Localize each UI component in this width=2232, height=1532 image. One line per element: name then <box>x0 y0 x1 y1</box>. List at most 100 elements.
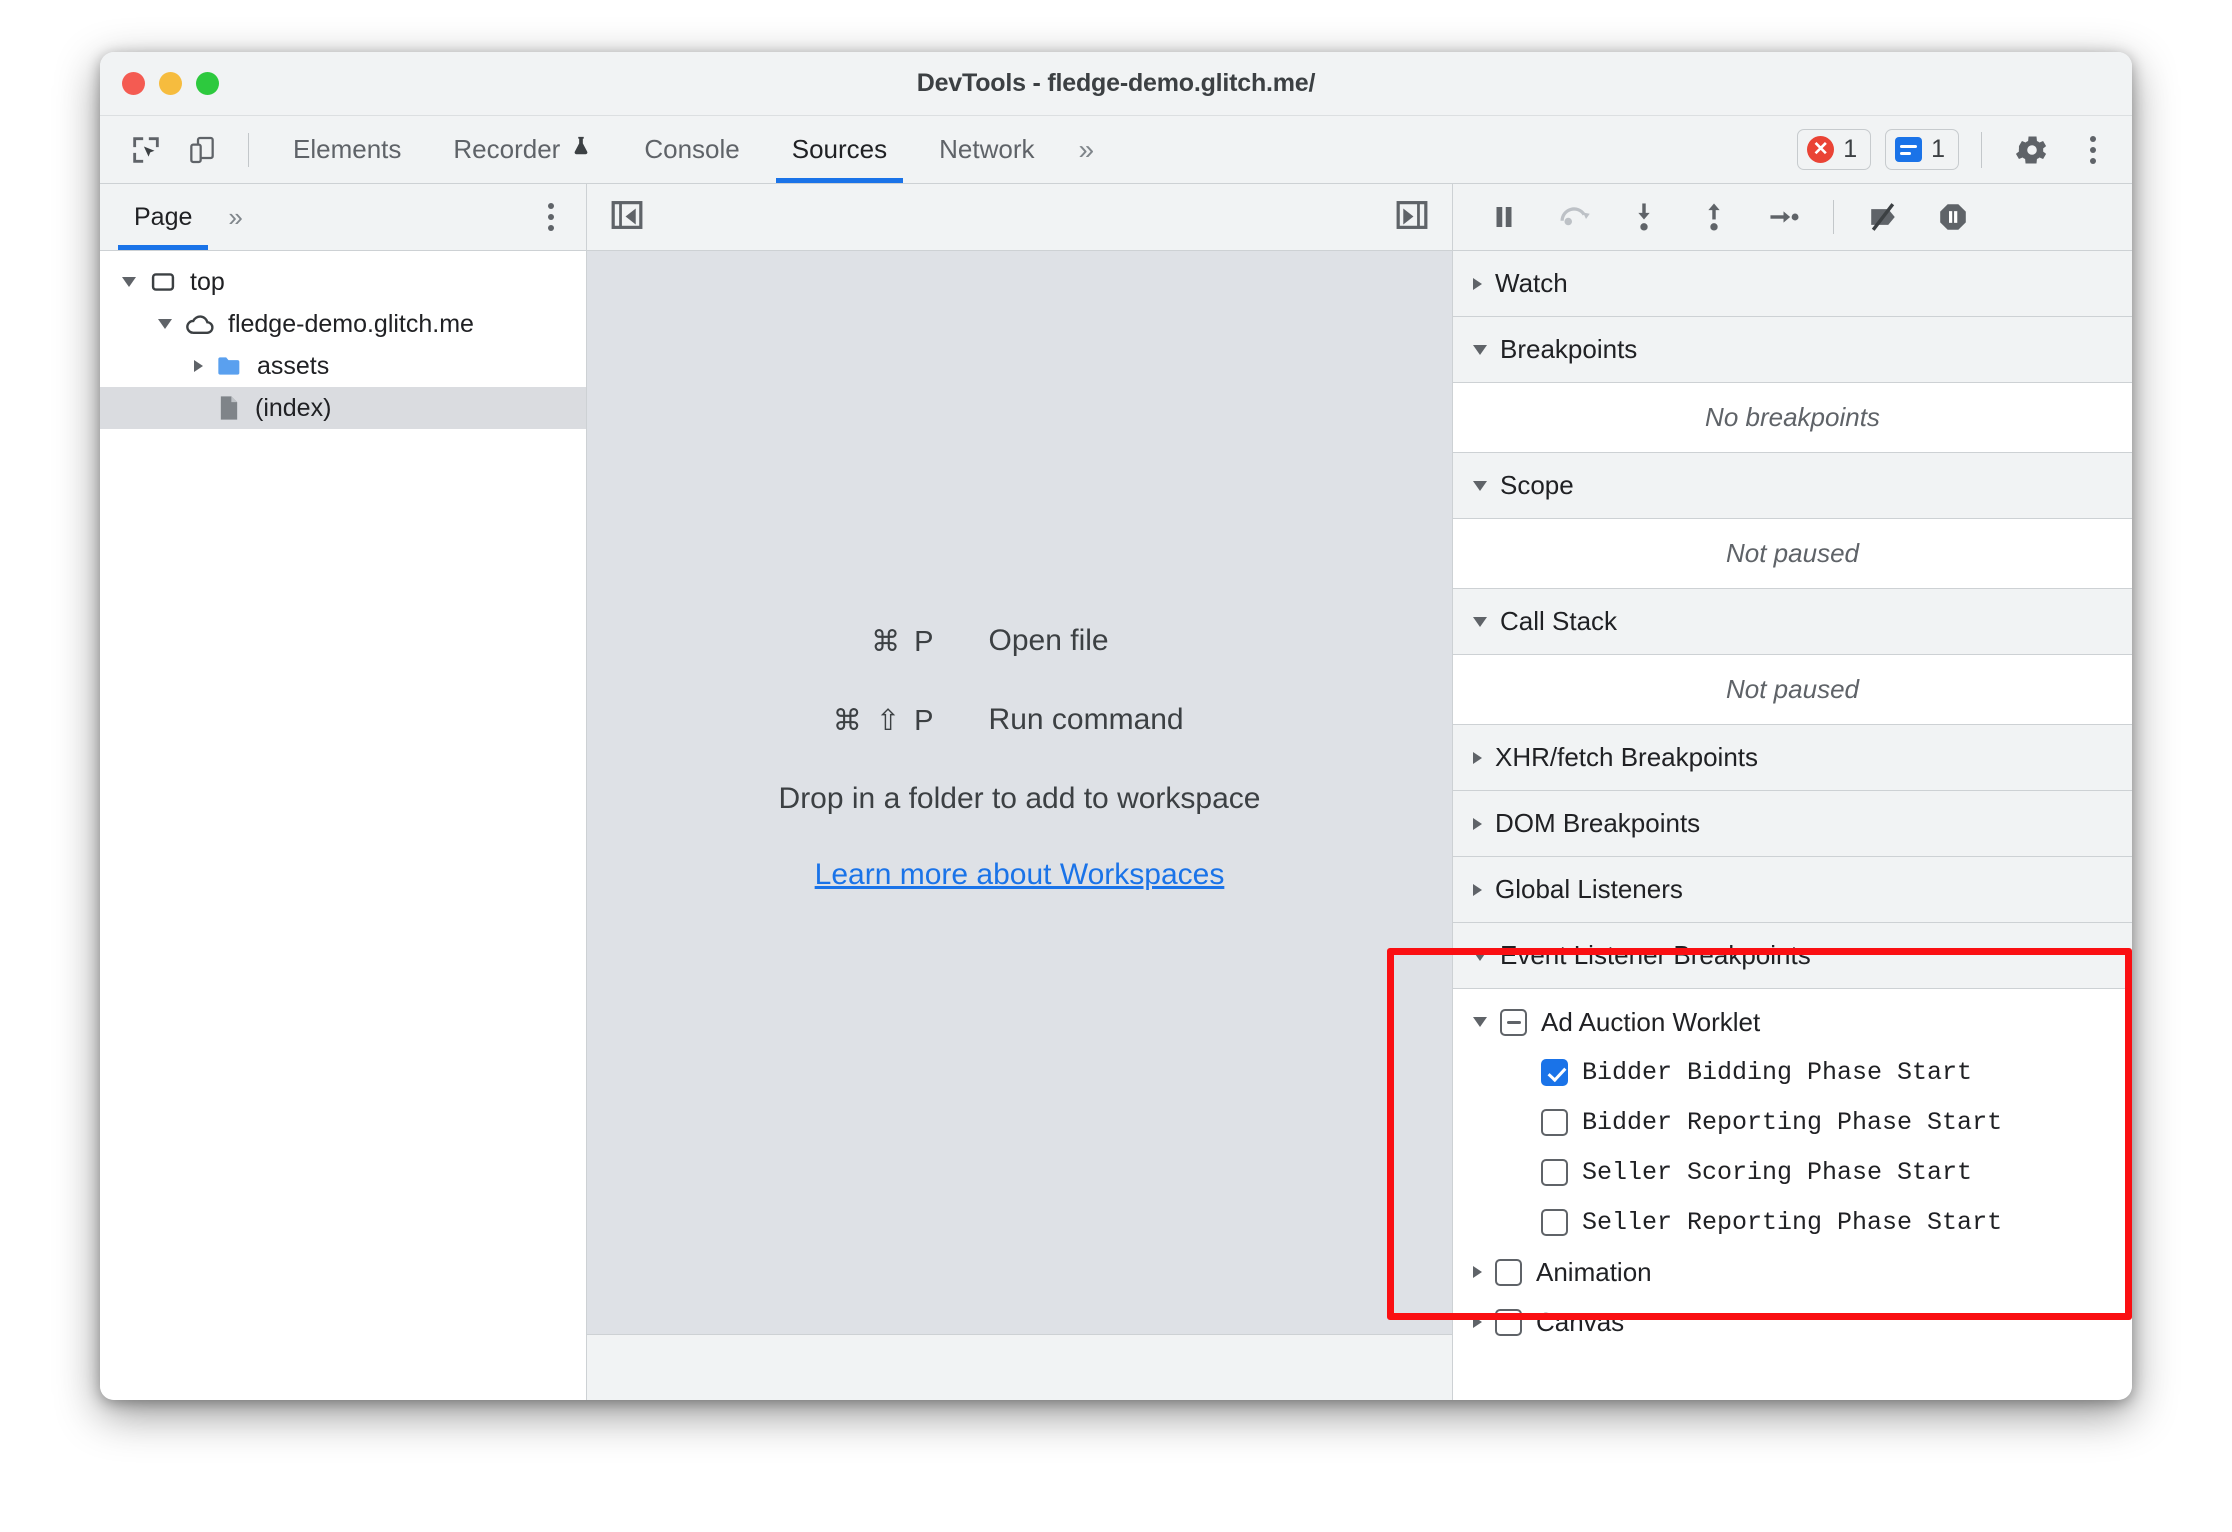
tab-console[interactable]: Console <box>618 116 765 183</box>
debugger-divider <box>1833 200 1834 234</box>
tab-elements-label: Elements <box>293 134 402 164</box>
editor-pane: ⌘ P Open file ⌘ ⇧ P Run command Drop in … <box>587 184 1452 1400</box>
folder-icon <box>216 354 244 378</box>
elb-item-checkbox[interactable] <box>1541 1108 1568 1136</box>
chevron-right-icon[interactable] <box>1473 751 1482 764</box>
more-tabs-icon[interactable]: » <box>1060 134 1112 166</box>
tree-item-index[interactable]: (index) <box>100 387 586 429</box>
elb-group-animation[interactable]: Animation <box>1453 1247 2132 1297</box>
chevron-down-icon[interactable] <box>122 277 136 287</box>
elb-group-checkbox[interactable] <box>1500 1008 1527 1036</box>
editor-header <box>587 184 1452 251</box>
error-count-label: 1 <box>1843 135 1858 163</box>
event-listener-breakpoints-tree: Ad Auction Worklet Bidder Bidding Phase … <box>1453 989 2132 1347</box>
elb-group-label: Canvas <box>1536 1306 1625 1337</box>
chevron-down-icon[interactable] <box>1473 344 1487 355</box>
tab-console-label: Console <box>644 134 740 164</box>
section-watch[interactable]: Watch <box>1453 251 2132 317</box>
chevron-right-icon[interactable] <box>1473 817 1482 830</box>
navigator-more-icon[interactable]: » <box>208 202 262 233</box>
chevron-down-icon[interactable] <box>158 319 172 329</box>
tab-recorder[interactable]: Recorder <box>427 116 618 183</box>
shortcut-open-file-label: Open file <box>988 624 1109 657</box>
deactivate-breakpoints-icon[interactable] <box>1850 192 1916 242</box>
elb-item-checkbox[interactable] <box>1541 1058 1568 1086</box>
section-event-listener-breakpoints[interactable]: Event Listener Breakpoints <box>1453 923 2132 989</box>
main-menu-icon[interactable] <box>2074 130 2112 170</box>
elb-group-ad-auction-worklet[interactable]: Ad Auction Worklet <box>1453 997 2132 1047</box>
section-dom-breakpoints-label: DOM Breakpoints <box>1495 808 1701 838</box>
chevron-down-icon[interactable] <box>1473 950 1487 961</box>
elb-group-label: Animation <box>1536 1256 1652 1287</box>
chevron-right-icon[interactable] <box>1473 1266 1482 1278</box>
navigator-menu-icon[interactable] <box>534 197 568 237</box>
inspect-cursor-icon[interactable] <box>118 127 174 173</box>
tab-sources-label: Sources <box>791 134 888 164</box>
pause-on-exceptions-icon[interactable] <box>1920 192 1986 242</box>
elb-item-seller-scoring-phase-start[interactable]: Seller Scoring Phase Start <box>1453 1147 2132 1197</box>
chevron-down-icon[interactable] <box>1473 480 1487 491</box>
elb-group-canvas[interactable]: Canvas <box>1453 1297 2132 1347</box>
frame-icon <box>149 268 177 296</box>
tab-elements[interactable]: Elements <box>267 116 427 183</box>
screenshot-root: DevTools - fledge-demo.glitch.me/ Elemen… <box>0 0 2232 1532</box>
elb-group-checkbox[interactable] <box>1495 1258 1522 1286</box>
tree-item-assets-label: assets <box>257 351 330 380</box>
elb-item-bidder-reporting-phase-start[interactable]: Bidder Reporting Phase Start <box>1453 1097 2132 1147</box>
chevron-right-icon[interactable] <box>1473 1316 1482 1328</box>
tree-item-assets[interactable]: assets <box>100 345 586 387</box>
message-count-badge[interactable]: 1 <box>1885 129 1959 170</box>
chevron-right-icon[interactable] <box>194 360 203 372</box>
editor-placeholder: ⌘ P Open file ⌘ ⇧ P Run command Drop in … <box>587 251 1452 1334</box>
section-global-listeners[interactable]: Global Listeners <box>1453 857 2132 923</box>
chevron-down-icon[interactable] <box>1473 1017 1487 1027</box>
breakpoints-empty-state: No breakpoints <box>1453 383 2132 453</box>
debugger-sections: Watch Breakpoints No breakpoints Scope N… <box>1453 251 2132 1400</box>
error-count-badge[interactable]: ✕ 1 <box>1797 129 1872 170</box>
tab-network-label: Network <box>939 134 1035 164</box>
window-title: DevTools - fledge-demo.glitch.me/ <box>916 69 1316 97</box>
step-into-icon[interactable] <box>1611 192 1677 242</box>
pause-icon[interactable] <box>1471 192 1537 242</box>
device-toolbar-icon[interactable] <box>174 127 230 173</box>
toolbar-divider <box>248 132 249 167</box>
elb-item-checkbox[interactable] <box>1541 1208 1568 1236</box>
elb-item-seller-reporting-phase-start[interactable]: Seller Reporting Phase Start <box>1453 1197 2132 1247</box>
elb-group-checkbox[interactable] <box>1495 1308 1522 1336</box>
panel-collapse-left-icon[interactable] <box>609 199 645 236</box>
section-dom-breakpoints[interactable]: DOM Breakpoints <box>1453 791 2132 857</box>
tab-network[interactable]: Network <box>913 116 1060 183</box>
elb-item-bidder-bidding-phase-start[interactable]: Bidder Bidding Phase Start <box>1453 1047 2132 1097</box>
step-over-icon[interactable] <box>1541 192 1607 242</box>
section-scope[interactable]: Scope <box>1453 453 2132 519</box>
chevron-down-icon[interactable] <box>1473 616 1487 627</box>
step-out-icon[interactable] <box>1681 192 1747 242</box>
gear-icon[interactable] <box>2004 127 2060 173</box>
tab-sources[interactable]: Sources <box>766 116 913 183</box>
workspace-drop-hint: Drop in a folder to add to workspace <box>778 781 1261 815</box>
tree-item-top[interactable]: top <box>100 261 586 303</box>
tree-item-origin-label: fledge-demo.glitch.me <box>228 309 474 338</box>
flask-icon <box>570 133 592 166</box>
devtools-toolbar: Elements Recorder Console Sources Networ… <box>100 116 2132 184</box>
tab-page[interactable]: Page <box>118 184 209 250</box>
section-breakpoints[interactable]: Breakpoints <box>1453 317 2132 383</box>
panel-expand-right-icon[interactable] <box>1394 199 1430 236</box>
panel-tabs: Elements Recorder Console Sources Networ… <box>267 116 1112 183</box>
navigator-pane: Page » top fledge-demo.glitch.me assets … <box>100 184 587 1400</box>
toolbar-divider-right <box>1981 131 1982 168</box>
message-icon <box>1895 137 1923 162</box>
tree-item-index-label: (index) <box>255 393 332 422</box>
section-event-listener-breakpoints-label: Event Listener Breakpoints <box>1500 940 1811 970</box>
toolbar-right-group: ✕ 1 1 <box>1797 127 2112 173</box>
chevron-right-icon[interactable] <box>1473 883 1482 896</box>
editor-statusbar <box>587 1334 1452 1400</box>
section-call-stack[interactable]: Call Stack <box>1453 589 2132 655</box>
chevron-right-icon[interactable] <box>1473 277 1482 290</box>
section-breakpoints-label: Breakpoints <box>1500 334 1638 364</box>
elb-item-checkbox[interactable] <box>1541 1158 1568 1186</box>
learn-more-workspaces-link[interactable]: Learn more about Workspaces <box>779 858 1261 892</box>
section-xhr-fetch-breakpoints[interactable]: XHR/fetch Breakpoints <box>1453 725 2132 791</box>
tree-item-origin[interactable]: fledge-demo.glitch.me <box>100 303 586 345</box>
step-icon[interactable] <box>1751 192 1817 242</box>
